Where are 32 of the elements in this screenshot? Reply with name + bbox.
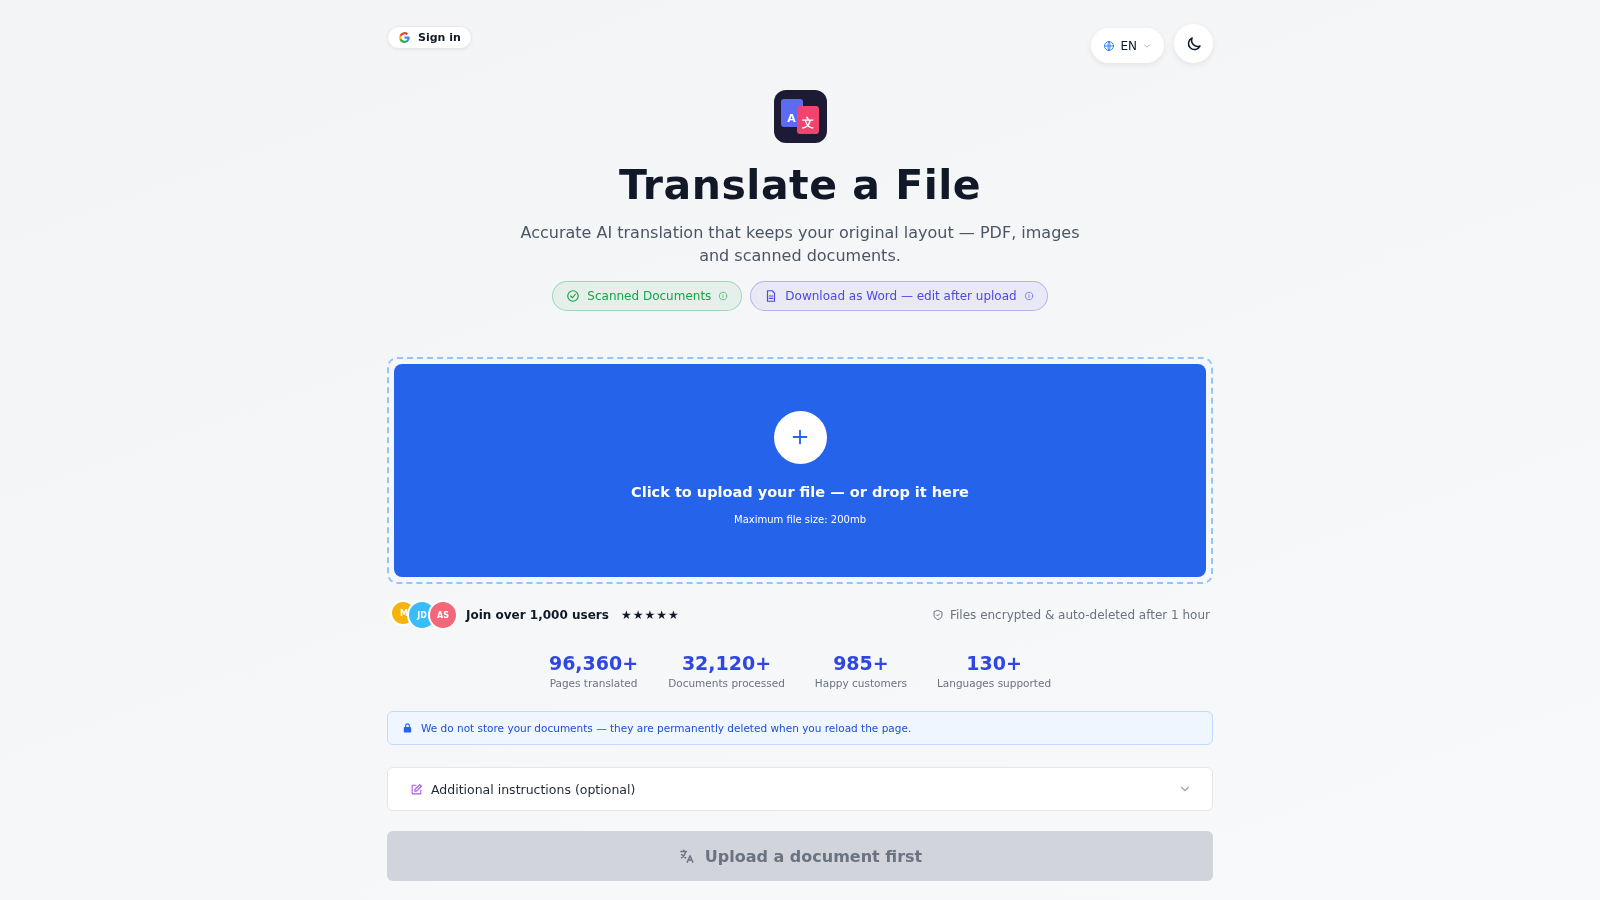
sign-in-button[interactable]: Sign in	[387, 26, 472, 49]
dark-mode-toggle[interactable]	[1174, 24, 1213, 63]
language-selector[interactable]: EN	[1091, 28, 1164, 63]
app-logo: A 文	[773, 90, 827, 143]
subtitle: Accurate AI translation that keeps your original layout — PDF, images and scanned documents.	[520, 222, 1080, 267]
feature-chip: Download as Word — edit after upload	[750, 281, 1048, 311]
stat-label: Pages translated	[549, 677, 638, 689]
stat-label: Documents processed	[668, 677, 785, 689]
info-icon	[1023, 291, 1034, 301]
globe-icon	[1103, 39, 1116, 52]
stat-label: Languages supported	[937, 677, 1052, 689]
stat-value: 96,360+	[548, 652, 639, 674]
upload-area[interactable]: Click to upload your file — or drop it here Maximum file size: 200mb	[394, 364, 1206, 577]
shield-check-icon	[932, 609, 944, 621]
edit-icon	[410, 782, 423, 796]
feature-chip: Scanned Documents	[552, 281, 743, 311]
translate-icon	[677, 847, 695, 865]
notice-text: We do not store your documents — they are permanently deleted when you reload the page.	[421, 722, 912, 734]
users-count-text: Join over 1,000 users	[466, 608, 609, 622]
stat-value: 130+	[966, 652, 1022, 674]
google-icon	[398, 31, 411, 44]
instructions-accordion[interactable]: Additional instructions (optional)	[387, 767, 1213, 811]
user-avatar: AS	[428, 600, 458, 630]
check-circle-icon	[566, 289, 581, 303]
lock-icon	[402, 722, 413, 734]
page-title: Translate a File	[617, 161, 983, 209]
info-icon	[718, 291, 729, 301]
stat-value: 32,120+	[681, 652, 772, 674]
stat-value: 985+	[833, 652, 889, 674]
star-rating: ★★★★★	[620, 608, 679, 622]
stat-label: Happy customers	[814, 677, 907, 689]
security-note: Files encrypted & auto-deleted after 1 hour	[950, 608, 1210, 622]
